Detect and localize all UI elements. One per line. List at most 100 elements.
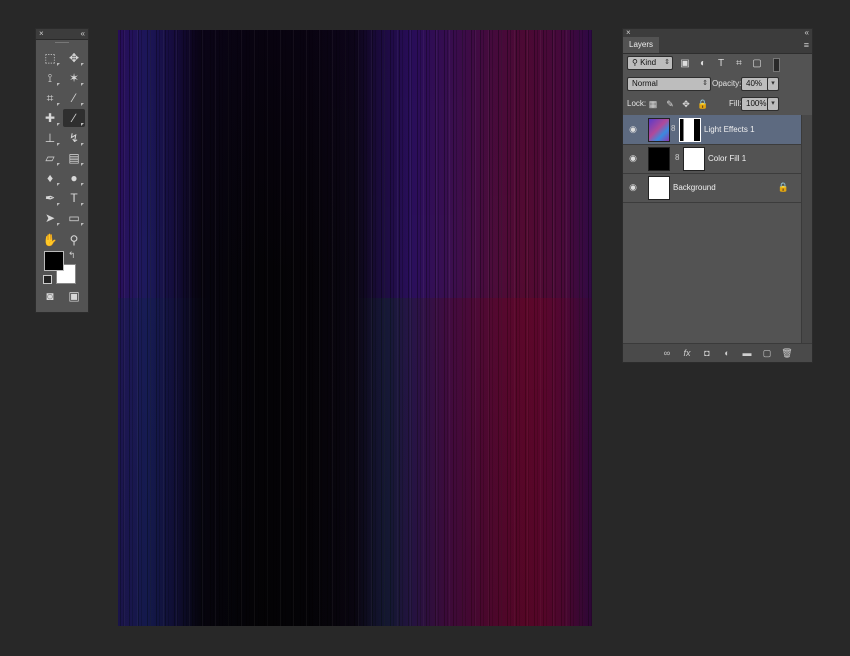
layer-thumbnail: [648, 176, 670, 200]
lock-transparent-icon[interactable]: ▦: [648, 99, 658, 109]
chain-link-icon[interactable]: 8: [675, 153, 681, 163]
tools-panel: × « ⬚ ✥ ⟟ ✶ ⌗ ⁄ ✚ ∕ ⊥ ↯ ▱ ▤ ♦ ● ✒ T ➤ ▭ ✋ ⚲ ◙ ▣ ↰: [35, 28, 89, 313]
link-layers-icon[interactable]: ∞: [661, 347, 673, 359]
polygonal-lasso-tool[interactable]: ⟟: [39, 69, 61, 87]
eye-icon[interactable]: ◉: [627, 181, 639, 193]
eyedropper-icon: ⁄: [72, 91, 75, 105]
panel-grip[interactable]: [36, 40, 88, 44]
quick-mask-button[interactable]: ◙: [39, 287, 61, 305]
eyedropper-tool[interactable]: ⁄: [63, 89, 85, 107]
close-icon[interactable]: ×: [626, 29, 631, 37]
opacity-label: Opacity:: [712, 79, 742, 88]
layer-mask-thumbnail[interactable]: [683, 147, 705, 171]
fill-dropdown-button[interactable]: ▾: [767, 97, 779, 111]
swap-colors-icon[interactable]: ↰: [68, 250, 76, 261]
zoom-tool[interactable]: ⚲: [63, 231, 85, 249]
fill-input[interactable]: 100%: [741, 97, 769, 111]
kind-filter-label: Kind: [640, 58, 657, 67]
layer-name[interactable]: Light Effects 1: [704, 124, 755, 135]
magic-wand-tool[interactable]: ✶: [63, 69, 85, 87]
eraser-tool[interactable]: ▱: [39, 149, 61, 167]
default-colors-icon[interactable]: [43, 275, 52, 284]
layer-row-light-effects[interactable]: ◉ 8 Light Effects 1: [623, 115, 801, 145]
blend-mode-select[interactable]: Normal ⇕: [627, 77, 711, 91]
layer-mask-thumbnail[interactable]: [679, 118, 701, 142]
hand-tool[interactable]: ✋: [39, 231, 61, 249]
delete-layer-icon[interactable]: 🗑: [781, 347, 793, 359]
tab-layers[interactable]: Layers: [623, 37, 660, 53]
layer-list: ◉ 8 Light Effects 1 ◉ 8 Color Fill 1 ◉ B…: [623, 115, 801, 343]
move-tool[interactable]: ✥: [63, 49, 85, 67]
foreground-color-swatch[interactable]: [44, 251, 64, 271]
history-brush-tool[interactable]: ↯: [63, 129, 85, 147]
pixel-filter-icon[interactable]: ▣: [679, 58, 691, 70]
filter-toggle[interactable]: [773, 58, 780, 72]
pen-tool[interactable]: ✒: [39, 189, 61, 207]
kind-filter-select[interactable]: ⚲ Kind ⇕: [627, 56, 673, 70]
bandage-icon: ✚: [44, 111, 56, 125]
type-tool[interactable]: T: [63, 189, 85, 207]
blend-mode-value: Normal: [632, 79, 658, 88]
hand-icon: ✋: [42, 233, 58, 247]
brush-icon: ∕: [72, 111, 75, 125]
opacity-input[interactable]: 40%: [741, 77, 769, 91]
gradient-icon: ▤: [68, 151, 80, 165]
new-layer-icon[interactable]: ▢: [761, 347, 773, 359]
path-selection-tool[interactable]: ➤: [39, 209, 61, 227]
clone-stamp-tool[interactable]: ⊥: [39, 129, 61, 147]
layer-row-background[interactable]: ◉ Background 🔒: [623, 173, 801, 203]
brush-tool[interactable]: ∕: [63, 109, 85, 127]
eye-icon[interactable]: ◉: [627, 152, 639, 164]
layer-list-scrollbar[interactable]: [801, 115, 812, 343]
collapse-icon[interactable]: «: [81, 29, 85, 39]
spot-healing-tool[interactable]: ✚: [39, 109, 61, 127]
lasso-icon: ⟟: [47, 71, 53, 85]
blend-row: Normal ⇕ Opacity: 40% ▾: [623, 75, 812, 91]
rectangular-marquee-tool[interactable]: ⬚: [39, 49, 61, 67]
quick-mask-icon: ◙: [46, 289, 54, 303]
screen-mode-button[interactable]: ▣: [63, 287, 85, 305]
dodge-tool[interactable]: ●: [63, 169, 85, 187]
search-icon: ⚲: [632, 58, 638, 67]
lock-image-icon[interactable]: ✎: [665, 99, 675, 109]
smart-object-filter-icon[interactable]: ▢: [751, 58, 763, 70]
type-filter-icon[interactable]: T: [715, 58, 727, 70]
rectangle-tool[interactable]: ▭: [63, 209, 85, 227]
pen-icon: ✒: [44, 191, 56, 205]
blur-icon: ♦: [46, 171, 54, 185]
eye-icon[interactable]: ◉: [627, 123, 639, 135]
adjustment-filter-icon[interactable]: ◐: [697, 58, 709, 70]
layer-style-icon[interactable]: fx: [681, 347, 693, 359]
lock-position-icon[interactable]: ✥: [681, 99, 691, 109]
adjustment-layer-icon[interactable]: ◐: [721, 347, 733, 359]
chain-link-icon[interactable]: 8: [671, 124, 677, 134]
lock-label: Lock:: [627, 99, 647, 108]
lock-all-icon[interactable]: 🔒: [697, 99, 708, 109]
move-icon: ✥: [68, 51, 80, 65]
new-group-icon[interactable]: ▬: [741, 347, 753, 359]
layers-footer: ∞ fx ◘ ◐ ▬ ▢ 🗑: [623, 343, 812, 362]
stamp-icon: ⊥: [44, 131, 56, 145]
crop-icon: ⌗: [46, 91, 54, 105]
layer-row-color-fill[interactable]: ◉ 8 Color Fill 1: [623, 144, 801, 174]
gradient-tool[interactable]: ▤: [63, 149, 85, 167]
chevron-updown-icon: ⇕: [664, 59, 670, 66]
opacity-dropdown-button[interactable]: ▾: [767, 77, 779, 91]
eraser-icon: ▱: [45, 151, 55, 165]
panel-menu-icon[interactable]: ≡: [804, 40, 809, 50]
rectangle-icon: ▭: [68, 211, 80, 225]
layer-thumbnail: [648, 147, 670, 171]
lock-icon: 🔒: [777, 182, 789, 192]
document-canvas[interactable]: [118, 30, 592, 626]
layer-name[interactable]: Color Fill 1: [708, 153, 746, 164]
layers-panel: × « Layers ≡ ⚲ Kind ⇕ ▣ ◐ T ⌗ ▢ Normal ⇕…: [622, 28, 813, 363]
collapse-icon[interactable]: «: [805, 29, 809, 37]
add-mask-icon[interactable]: ◘: [701, 347, 713, 359]
blur-tool[interactable]: ♦: [39, 169, 61, 187]
shape-filter-icon[interactable]: ⌗: [733, 58, 745, 70]
layer-name[interactable]: Background: [673, 182, 716, 193]
crop-tool[interactable]: ⌗: [39, 89, 61, 107]
lock-row: Lock: ▦ ✎ ✥ 🔒 Fill: 100% ▾: [623, 95, 812, 111]
close-icon[interactable]: ×: [39, 29, 44, 39]
magic-wand-icon: ✶: [68, 71, 80, 85]
